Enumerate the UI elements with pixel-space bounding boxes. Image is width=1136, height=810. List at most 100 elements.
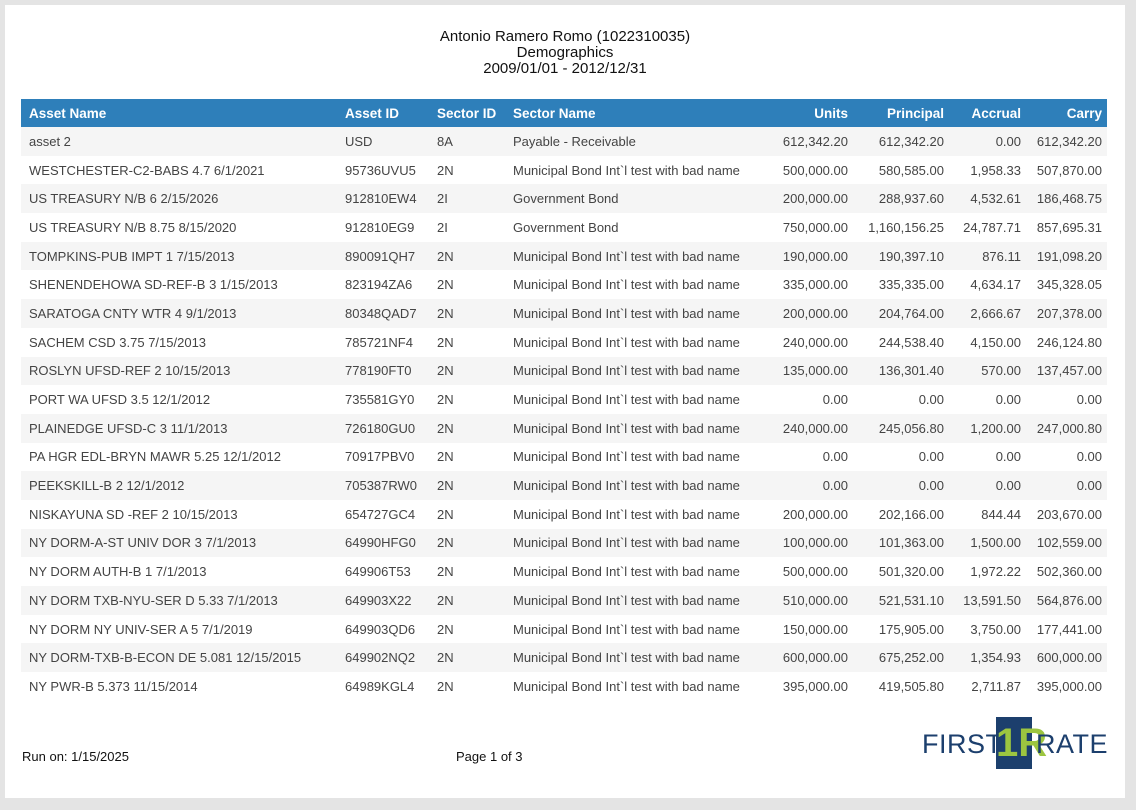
table-row[interactable]: PLAINEDGE UFSD-C 3 11/1/2013 726180GU0 2N M… [21, 413, 1107, 443]
cell-units: 335,000.00 [765, 270, 853, 300]
table-row[interactable]: NY DORM TXB-NYU-SER D 5.33 7/1/2013 64990… [21, 586, 1107, 615]
table-row[interactable]: WESTCHESTER-C2-BABS 4.7 6/1/2021 95736UVU… [21, 155, 1107, 185]
cell-carry: 207,378.00 [1026, 299, 1107, 328]
cell-accrual: 876.11 [949, 241, 1026, 271]
col-header-principal[interactable]: Principal [853, 99, 949, 127]
cell-sector-id: 2N [429, 413, 505, 443]
cell-principal: 612,342.20 [853, 127, 949, 156]
cell-carry: 612,342.20 [1026, 127, 1107, 156]
cell-units: 200,000.00 [765, 499, 853, 529]
table-row[interactable]: NY DORM-TXB-B-ECON DE 5.081 12/15/2015 64… [21, 643, 1107, 673]
cell-asset-id: 649906T53 [337, 557, 429, 586]
cell-asset-name: NY DORM-TXB-B-ECON DE 5.081 12/15/2015 [21, 643, 337, 673]
cell-asset-id: 726180GU0 [337, 413, 429, 443]
report-title: Antonio Ramero Romo (1022310035) [439, 28, 691, 45]
cell-sector-name: Municipal Bond Int`l test with bad name [505, 155, 765, 185]
cell-asset-id: 64990HFG0 [337, 528, 429, 558]
cell-asset-name: NY DORM AUTH-B 1 7/1/2013 [21, 557, 337, 586]
cell-sector-name: Municipal Bond Int`l test with bad name [505, 557, 765, 586]
cell-asset-name: PORT WA UFSD 3.5 12/1/2012 [21, 385, 337, 414]
cell-asset-name: NY DORM NY UNIV-SER A 5 7/1/2019 [21, 614, 337, 644]
col-header-accrual[interactable]: Accrual [949, 99, 1026, 127]
cell-carry: 345,328.05 [1026, 270, 1107, 300]
cell-asset-name: WESTCHESTER-C2-BABS 4.7 6/1/2021 [21, 155, 337, 185]
cell-sector-name: Municipal Bond Int`l test with bad name [505, 499, 765, 529]
cell-sector-id: 2N [429, 672, 505, 701]
table-row[interactable]: NY PWR-B 5.373 11/15/2014 64989KGL4 2N Muni… [21, 672, 1107, 701]
cell-asset-name: ROSLYN UFSD-REF 2 10/15/2013 [21, 356, 337, 386]
cell-sector-name: Municipal Bond Int`l test with bad name [505, 270, 765, 300]
cell-units: 135,000.00 [765, 356, 853, 386]
cell-sector-name: Municipal Bond Int`l test with bad name [505, 672, 765, 701]
cell-asset-name: NY PWR-B 5.373 11/15/2014 [21, 672, 337, 701]
cell-sector-name: Municipal Bond Int`l test with bad name [505, 614, 765, 644]
cell-asset-name: PLAINEDGE UFSD-C 3 11/1/2013 [21, 413, 337, 443]
table-header-row: Asset Name Asset ID Sector ID Sector Nam… [21, 99, 1107, 127]
table-row[interactable]: NY DORM AUTH-B 1 7/1/2013 649906T53 2N Muni… [21, 557, 1107, 586]
cell-principal: 0.00 [853, 471, 949, 500]
cell-principal: 1,160,156.25 [853, 213, 949, 242]
logo-text-rate: RATE [1036, 729, 1109, 759]
cell-asset-name: SARATOGA CNTY WTR 4 9/1/2013 [21, 299, 337, 328]
table-row[interactable]: TOMPKINS-PUB IMPT 1 7/15/2013 890091QH7 2N… [21, 241, 1107, 271]
col-header-sector-id[interactable]: Sector ID [429, 99, 505, 127]
cell-sector-id: 2N [429, 499, 505, 529]
col-header-units[interactable]: Units [765, 99, 853, 127]
cell-accrual: 2,711.87 [949, 672, 1026, 701]
cell-principal: 204,764.00 [853, 299, 949, 328]
table-row[interactable]: SARATOGA CNTY WTR 4 9/1/2013 80348QAD7 2N M… [21, 299, 1107, 328]
cell-sector-id: 2N [429, 241, 505, 271]
cell-accrual: 24,787.71 [949, 213, 1026, 242]
cell-asset-id: 80348QAD7 [337, 299, 429, 328]
cell-units: 750,000.00 [765, 213, 853, 242]
table-row[interactable]: NY DORM-A-ST UNIV DOR 3 7/1/2013 64990HFG… [21, 528, 1107, 558]
cell-sector-id: 2I [429, 184, 505, 214]
cell-principal: 419,505.80 [853, 672, 949, 701]
table-row[interactable]: SACHEM CSD 3.75 7/15/2013 785721NF4 2N Muni… [21, 327, 1107, 357]
cell-sector-id: 2N [429, 557, 505, 586]
page-number: Page 1 of 3 [456, 749, 523, 764]
col-header-carry[interactable]: Carry [1026, 99, 1107, 127]
col-header-sector-name[interactable]: Sector Name [505, 99, 765, 127]
table-row[interactable]: US TREASURY N/B 8.75 8/15/2020 912810EG9 2… [21, 213, 1107, 242]
cell-principal: 136,301.40 [853, 356, 949, 386]
table-row[interactable]: asset 2 USD 8A Payable - Receivable 612,342.… [21, 127, 1107, 156]
cell-carry: 502,360.00 [1026, 557, 1107, 586]
cell-units: 190,000.00 [765, 241, 853, 271]
table-row[interactable]: NY DORM NY UNIV-SER A 5 7/1/2019 649903QD… [21, 614, 1107, 644]
col-header-asset-id[interactable]: Asset ID [337, 99, 429, 127]
cell-accrual: 844.44 [949, 499, 1026, 529]
table-row[interactable]: US TREASURY N/B 6 2/15/2026 912810EW4 2I Go… [21, 184, 1107, 214]
cell-principal: 245,056.80 [853, 413, 949, 443]
cell-asset-id: 912810EW4 [337, 184, 429, 214]
cell-asset-name: PA HGR EDL-BRYN MAWR 5.25 12/1/2012 [21, 442, 337, 472]
cell-accrual: 0.00 [949, 127, 1026, 156]
cell-sector-name: Municipal Bond Int`l test with bad name [505, 299, 765, 328]
cell-carry: 102,559.00 [1026, 528, 1107, 558]
cell-asset-name: asset 2 [21, 127, 337, 156]
table-row[interactable]: NISKAYUNA SD -REF 2 10/15/2013 654727GC4 2… [21, 499, 1107, 529]
cell-carry: 186,468.75 [1026, 184, 1107, 214]
cell-accrual: 570.00 [949, 356, 1026, 386]
table-row[interactable]: ROSLYN UFSD-REF 2 10/15/2013 778190FT0 2N M… [21, 356, 1107, 386]
cell-sector-id: 2N [429, 614, 505, 644]
cell-carry: 0.00 [1026, 442, 1107, 472]
cell-accrual: 0.00 [949, 471, 1026, 500]
cell-asset-name: NISKAYUNA SD -REF 2 10/15/2013 [21, 499, 337, 529]
first-rate-logo: FIRST 1R RATE [918, 717, 1110, 769]
table-row[interactable]: PEEKSKILL-B 2 12/1/2012 705387RW0 2N Munici… [21, 471, 1107, 500]
cell-accrual: 1,200.00 [949, 413, 1026, 443]
cell-sector-id: 2N [429, 327, 505, 357]
cell-principal: 335,335.00 [853, 270, 949, 300]
cell-units: 600,000.00 [765, 643, 853, 673]
cell-asset-id: 823194ZA6 [337, 270, 429, 300]
cell-accrual: 4,532.61 [949, 184, 1026, 214]
table-row[interactable]: PORT WA UFSD 3.5 12/1/2012 735581GY0 2N Mun… [21, 385, 1107, 414]
table-row[interactable]: PA HGR EDL-BRYN MAWR 5.25 12/1/2012 70917… [21, 442, 1107, 472]
table-row[interactable]: SHENENDEHOWA SD-REF-B 3 1/15/2013 823194Z… [21, 270, 1107, 300]
table-body: asset 2 USD 8A Payable - Receivable 612,342.… [21, 127, 1107, 701]
cell-carry: 507,870.00 [1026, 155, 1107, 185]
cell-asset-id: 890091QH7 [337, 241, 429, 271]
cell-asset-id: 785721NF4 [337, 327, 429, 357]
col-header-asset-name[interactable]: Asset Name [21, 99, 337, 127]
